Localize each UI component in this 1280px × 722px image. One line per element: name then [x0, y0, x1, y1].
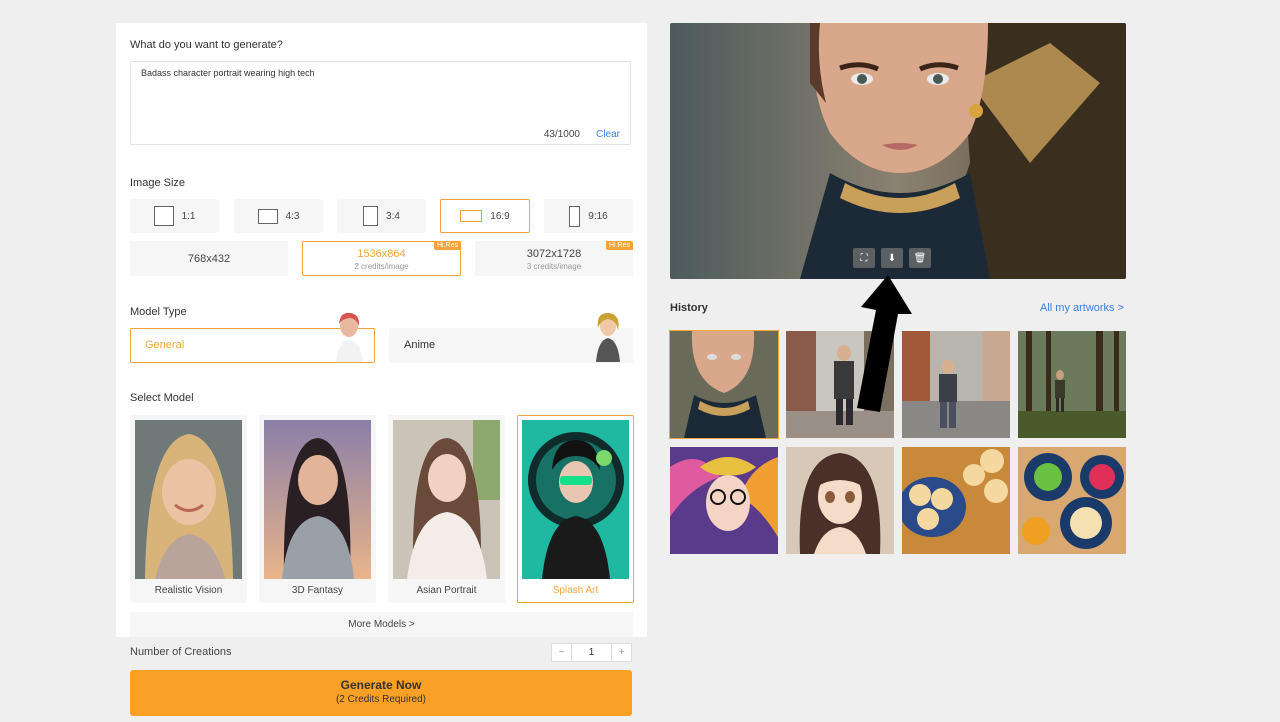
settings-panel: What do you want to generate? Badass cha… [116, 23, 647, 637]
creations-value[interactable]: 1 [572, 644, 611, 661]
ratio-label: 3:4 [386, 210, 400, 222]
history-item[interactable] [786, 331, 894, 438]
hires-badge: Hi.Res [433, 241, 461, 250]
ratio-1-1-button[interactable]: 1:1 [130, 199, 219, 233]
model-card-realistic-vision[interactable]: Realistic Vision [130, 415, 247, 603]
model-card-splash-art[interactable]: Splash Art [517, 415, 634, 603]
history-title: History [670, 302, 708, 314]
generate-button[interactable]: Generate Now (2 Credits Required) [130, 670, 632, 716]
creations-stepper: − 1 + [551, 643, 632, 662]
hires-badge: Hi.Res [605, 241, 633, 250]
trash-icon[interactable]: 🗑 [909, 248, 931, 268]
history-item[interactable] [1018, 447, 1126, 554]
expand-icon[interactable]: ⛶ [853, 248, 875, 268]
model-card-asian-portrait[interactable]: Asian Portrait [388, 415, 505, 603]
ratio-label: 9:16 [588, 210, 608, 222]
image-size-label: Image Size [130, 177, 186, 189]
history-item[interactable] [1018, 331, 1126, 438]
creations-label: Number of Creations [130, 646, 232, 658]
ratio-9-16-button[interactable]: 9:16 [544, 199, 633, 233]
select-model-label: Select Model [130, 392, 194, 404]
model-name: Splash Art [552, 585, 599, 596]
model-thumb [393, 420, 500, 579]
landscape-shape-icon [257, 208, 278, 224]
ratio-4-3-button[interactable]: 4:3 [234, 199, 323, 233]
ratio-label: 16:9 [490, 210, 510, 222]
generate-label: Generate Now [340, 678, 422, 692]
resolution-label: 768x432 [187, 253, 231, 265]
history-item[interactable] [670, 447, 778, 554]
model-name: Asian Portrait [416, 585, 477, 596]
tall-shape-icon [569, 205, 581, 227]
prompt-value: Badass character portrait wearing high t… [141, 68, 315, 78]
model-thumb [264, 420, 371, 579]
increment-button[interactable]: + [611, 644, 631, 661]
model-name: Realistic Vision [154, 585, 223, 596]
preview-toolbar: ⛶ ⬇ 🗑 [853, 248, 931, 268]
model-thumb [135, 420, 242, 579]
history-item[interactable] [902, 331, 1010, 438]
prompt-label: What do you want to generate? [130, 39, 283, 51]
prompt-textarea[interactable]: Badass character portrait wearing high t… [130, 61, 631, 145]
model-type-anime[interactable]: Anime [389, 312, 633, 363]
resolution-1536-button[interactable]: Hi.Res 1536x864 2 credits/image [302, 241, 461, 276]
resolution-credits: 3 credits/image [526, 262, 582, 271]
more-models-button[interactable]: More Models > [130, 612, 633, 637]
ratio-16-9-button[interactable]: 16:9 [440, 199, 530, 233]
preview-image [670, 23, 1126, 279]
ratio-label: 4:3 [285, 210, 300, 222]
decrement-button[interactable]: − [552, 644, 572, 661]
ratio-label: 1:1 [181, 210, 196, 222]
resolution-3072-button[interactable]: Hi.Res 3072x1728 3 credits/image [475, 241, 633, 276]
wide-shape-icon [460, 210, 483, 222]
anime-avatar-image [596, 312, 620, 362]
all-artworks-link[interactable]: All my artworks > [1040, 302, 1124, 314]
general-avatar-image [336, 312, 363, 362]
portrait-shape-icon [363, 206, 379, 226]
model-type-label-anime: Anime [404, 339, 436, 351]
resolution-credits: 2 credits/image [354, 262, 409, 271]
generate-credits: (2 Credits Required) [335, 694, 427, 705]
ratio-3-4-button[interactable]: 3:4 [337, 199, 426, 233]
clear-button[interactable]: Clear [596, 129, 620, 140]
history-item[interactable] [786, 447, 894, 554]
model-type-label-general: General [145, 339, 185, 351]
model-card-3d-fantasy[interactable]: 3D Fantasy [259, 415, 376, 603]
char-counter: 43/1000 [543, 129, 580, 140]
history-item[interactable] [902, 447, 1010, 554]
resolution-768-button[interactable]: 768x432 [130, 241, 288, 276]
model-thumb [522, 420, 629, 579]
history-item[interactable] [669, 330, 779, 439]
model-name: 3D Fantasy [291, 585, 344, 596]
model-type-general[interactable]: General [130, 312, 375, 363]
model-type-label: Model Type [130, 306, 187, 318]
download-icon[interactable]: ⬇ [881, 248, 903, 268]
square-shape-icon [153, 206, 174, 226]
